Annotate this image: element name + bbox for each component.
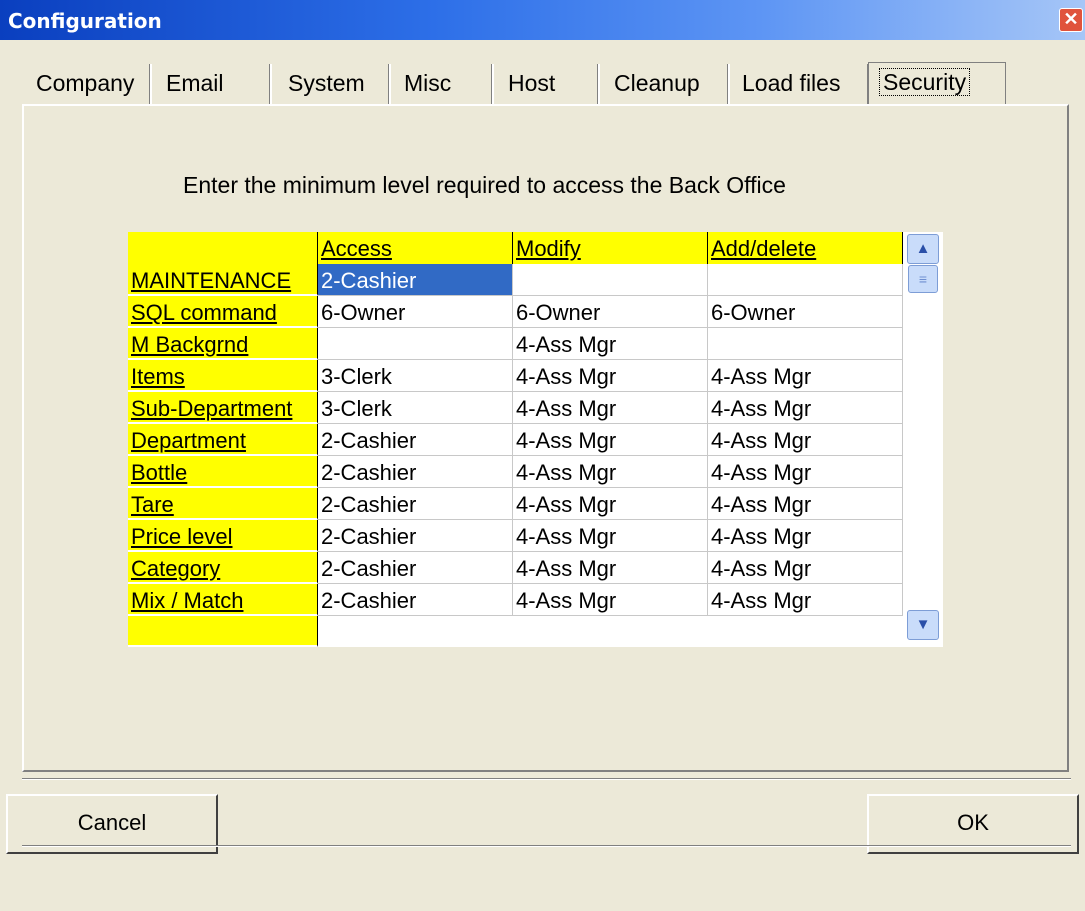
scroll-down-icon[interactable]: ▼ xyxy=(907,610,939,640)
corner-header-cell xyxy=(128,232,318,264)
grid-cell-access[interactable]: 2-Cashier xyxy=(318,552,513,584)
table-row[interactable]: Price level 2-Cashier 4-Ass Mgr 4-Ass Mgr xyxy=(128,520,903,552)
table-row[interactable]: Sub-Department 3-Clerk 4-Ass Mgr 4-Ass Mgr xyxy=(128,392,903,424)
grid-cell-add-delete[interactable]: 4-Ass Mgr xyxy=(708,424,903,456)
vertical-scrollbar[interactable]: ▲ ≡ ▼ xyxy=(903,232,943,647)
grid-cell-access[interactable]: 2-Cashier xyxy=(318,264,513,296)
window-title: Configuration xyxy=(8,9,162,33)
row-header-cell[interactable]: Sub-Department xyxy=(128,392,318,424)
close-icon[interactable]: ✕ xyxy=(1059,8,1083,32)
row-header-cell[interactable]: Department xyxy=(128,424,318,456)
grid-cell-add-delete[interactable]: 4-Ass Mgr xyxy=(708,552,903,584)
grid-cell-access[interactable]: 3-Clerk xyxy=(318,360,513,392)
table-row[interactable]: Bottle 2-Cashier 4-Ass Mgr 4-Ass Mgr xyxy=(128,456,903,488)
row-header-cell[interactable]: SQL command xyxy=(128,296,318,328)
grid-cell-add-delete[interactable]: 4-Ass Mgr xyxy=(708,488,903,520)
table-row[interactable]: SQL command 6-Owner 6-Owner 6-Owner xyxy=(128,296,903,328)
grid-cell-add-delete[interactable]: 4-Ass Mgr xyxy=(708,584,903,616)
grid-cell-add-delete[interactable]: 4-Ass Mgr xyxy=(708,520,903,552)
scroll-up-icon[interactable]: ▲ xyxy=(907,234,939,264)
column-header-modify[interactable]: Modify xyxy=(513,232,708,264)
grid-cell-access[interactable] xyxy=(318,328,513,360)
row-header-cell[interactable]: Items xyxy=(128,360,318,392)
row-header-cell[interactable]: Category xyxy=(128,552,318,584)
grid-cell-modify[interactable]: 4-Ass Mgr xyxy=(513,424,708,456)
tab-misc[interactable]: Misc xyxy=(390,64,494,104)
tab-company[interactable]: Company xyxy=(22,64,152,104)
grid-cell-modify[interactable] xyxy=(513,264,708,296)
tab-email[interactable]: Email xyxy=(152,64,272,104)
table-row[interactable]: M Backgrnd 4-Ass Mgr xyxy=(128,328,903,360)
tab-host[interactable]: Host xyxy=(494,64,600,104)
grid-cell-access[interactable]: 2-Cashier xyxy=(318,456,513,488)
table-row[interactable]: Tare 2-Cashier 4-Ass Mgr 4-Ass Mgr xyxy=(128,488,903,520)
row-header-cell[interactable]: Mix / Match xyxy=(128,584,318,616)
scroll-thumb[interactable]: ≡ xyxy=(908,265,938,293)
grid-cell-access[interactable]: 2-Cashier xyxy=(318,584,513,616)
instruction-text: Enter the minimum level required to acce… xyxy=(183,172,786,198)
grid-cell-modify[interactable]: 4-Ass Mgr xyxy=(513,456,708,488)
status-divider xyxy=(22,845,1071,847)
tab-security[interactable]: Security xyxy=(868,62,1006,104)
table-row[interactable]: Department 2-Cashier 4-Ass Mgr 4-Ass Mgr xyxy=(128,424,903,456)
grid-cell-access[interactable]: 6-Owner xyxy=(318,296,513,328)
table-row[interactable]: Mix / Match 2-Cashier 4-Ass Mgr 4-Ass Mgr xyxy=(128,584,903,616)
grid-cell-add-delete[interactable]: 4-Ass Mgr xyxy=(708,456,903,488)
grid-cell-modify[interactable]: 4-Ass Mgr xyxy=(513,584,708,616)
table-row[interactable]: Items 3-Clerk 4-Ass Mgr 4-Ass Mgr xyxy=(128,360,903,392)
grid-cell-add-delete[interactable]: 4-Ass Mgr xyxy=(708,360,903,392)
grid-cell-access[interactable]: 3-Clerk xyxy=(318,392,513,424)
title-bar[interactable]: Configuration ✕ xyxy=(0,0,1085,40)
grid-cell-add-delete[interactable] xyxy=(708,328,903,360)
row-header-cell[interactable]: Tare xyxy=(128,488,318,520)
column-header-access[interactable]: Access xyxy=(318,232,513,264)
grid-cell-modify[interactable]: 4-Ass Mgr xyxy=(513,488,708,520)
tab-cleanup[interactable]: Cleanup xyxy=(600,64,730,104)
row-header-cell[interactable]: Price level xyxy=(128,520,318,552)
grid-header-row: Access Modify Add/delete xyxy=(128,232,903,264)
grid-cell-modify[interactable]: 6-Owner xyxy=(513,296,708,328)
grid-cell-modify[interactable]: 4-Ass Mgr xyxy=(513,360,708,392)
grid-cell-access[interactable]: 2-Cashier xyxy=(318,424,513,456)
tab-strip: Company Email System Misc Host Cleanup L… xyxy=(22,62,1022,104)
divider xyxy=(22,778,1071,780)
table-row[interactable]: Category 2-Cashier 4-Ass Mgr 4-Ass Mgr xyxy=(128,552,903,584)
grid-cell-modify[interactable]: 4-Ass Mgr xyxy=(513,392,708,424)
tab-system[interactable]: System xyxy=(274,64,391,104)
grid-cell-modify[interactable]: 4-Ass Mgr xyxy=(513,552,708,584)
column-header-add-delete[interactable]: Add/delete xyxy=(708,232,903,264)
grid-cell-modify[interactable]: 4-Ass Mgr xyxy=(513,520,708,552)
security-grid[interactable]: Access Modify Add/delete MAINTENANCE 2-Ca… xyxy=(128,232,943,647)
grid-cell-access[interactable]: 2-Cashier xyxy=(318,488,513,520)
row-header-cell[interactable]: M Backgrnd xyxy=(128,328,318,360)
row-header-cell[interactable]: Bottle xyxy=(128,456,318,488)
tab-load-files[interactable]: Load files xyxy=(728,64,870,104)
table-row[interactable]: MAINTENANCE 2-Cashier xyxy=(128,264,903,296)
grid-cell-add-delete[interactable]: 4-Ass Mgr xyxy=(708,392,903,424)
grid-cell-access[interactable]: 2-Cashier xyxy=(318,520,513,552)
grid-cell-add-delete[interactable] xyxy=(708,264,903,296)
row-header-partial xyxy=(128,616,318,647)
grid-cell-add-delete[interactable]: 6-Owner xyxy=(708,296,903,328)
row-header-cell[interactable]: MAINTENANCE xyxy=(128,264,318,296)
grid-cell-modify[interactable]: 4-Ass Mgr xyxy=(513,328,708,360)
